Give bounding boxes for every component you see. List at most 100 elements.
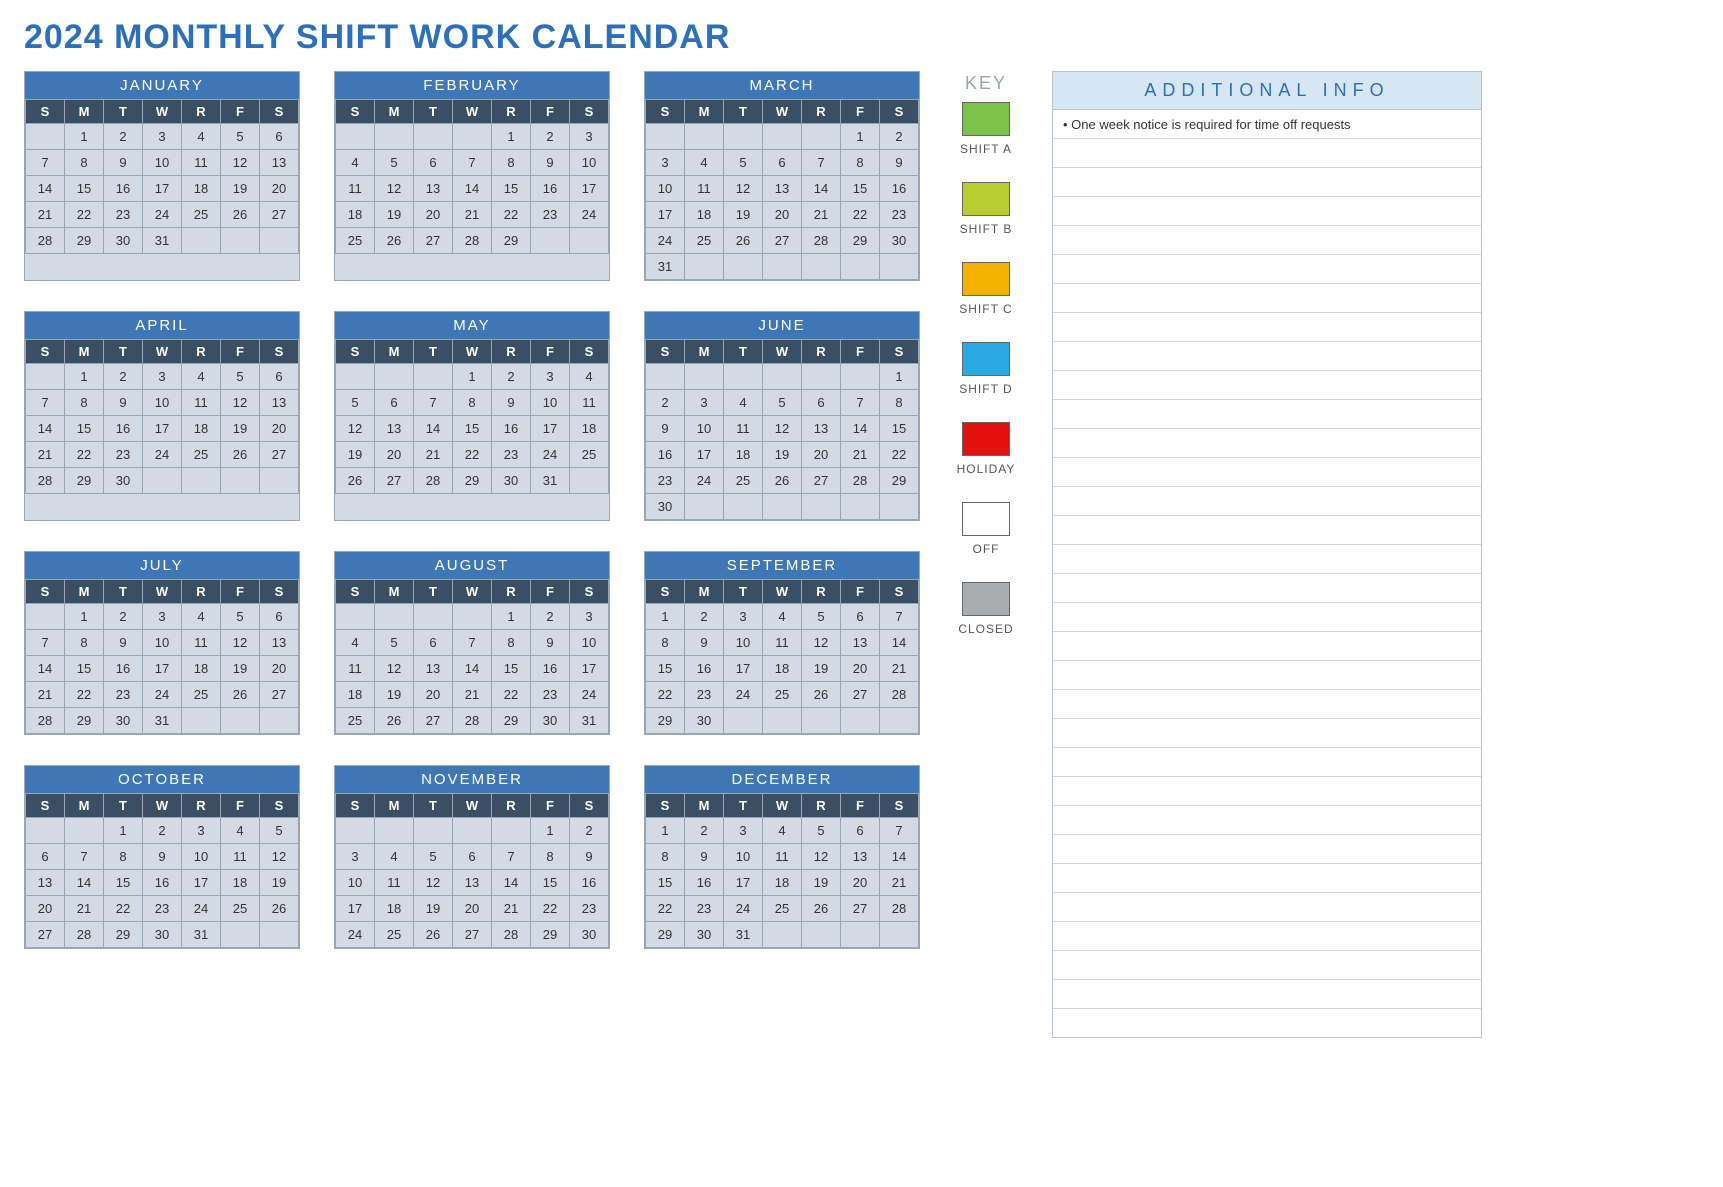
day-cell[interactable]: 8 <box>65 390 104 416</box>
day-cell[interactable]: 28 <box>414 468 453 494</box>
day-cell[interactable]: 17 <box>724 656 763 682</box>
day-cell[interactable]: 8 <box>492 150 531 176</box>
day-cell[interactable]: 24 <box>143 682 182 708</box>
day-cell[interactable] <box>841 364 880 390</box>
day-cell[interactable]: 24 <box>531 442 570 468</box>
day-cell[interactable]: 11 <box>182 150 221 176</box>
day-cell[interactable]: 14 <box>492 870 531 896</box>
info-row[interactable]: • One week notice is required for time o… <box>1053 109 1481 138</box>
day-cell[interactable] <box>26 364 65 390</box>
day-cell[interactable] <box>802 708 841 734</box>
day-cell[interactable]: 13 <box>260 630 299 656</box>
day-cell[interactable]: 17 <box>143 656 182 682</box>
day-cell[interactable]: 23 <box>531 682 570 708</box>
day-cell[interactable]: 1 <box>880 364 919 390</box>
day-cell[interactable]: 14 <box>841 416 880 442</box>
day-cell[interactable] <box>763 494 802 520</box>
info-row[interactable] <box>1053 1008 1481 1037</box>
day-cell[interactable] <box>724 364 763 390</box>
day-cell[interactable]: 8 <box>65 150 104 176</box>
day-cell[interactable]: 1 <box>65 124 104 150</box>
day-cell[interactable]: 21 <box>26 442 65 468</box>
day-cell[interactable]: 25 <box>685 228 724 254</box>
day-cell[interactable]: 28 <box>492 922 531 948</box>
day-cell[interactable]: 4 <box>763 604 802 630</box>
day-cell[interactable]: 14 <box>802 176 841 202</box>
day-cell[interactable]: 29 <box>841 228 880 254</box>
day-cell[interactable]: 22 <box>65 202 104 228</box>
day-cell[interactable]: 6 <box>453 844 492 870</box>
day-cell[interactable]: 15 <box>104 870 143 896</box>
day-cell[interactable]: 18 <box>182 176 221 202</box>
day-cell[interactable] <box>260 922 299 948</box>
day-cell[interactable]: 25 <box>763 896 802 922</box>
day-cell[interactable] <box>841 922 880 948</box>
day-cell[interactable]: 21 <box>453 682 492 708</box>
day-cell[interactable]: 1 <box>841 124 880 150</box>
day-cell[interactable]: 5 <box>802 818 841 844</box>
day-cell[interactable] <box>375 364 414 390</box>
day-cell[interactable]: 18 <box>182 416 221 442</box>
day-cell[interactable] <box>724 708 763 734</box>
day-cell[interactable]: 13 <box>260 390 299 416</box>
day-cell[interactable]: 17 <box>570 176 609 202</box>
day-cell[interactable]: 1 <box>646 604 685 630</box>
day-cell[interactable]: 13 <box>260 150 299 176</box>
day-cell[interactable]: 29 <box>531 922 570 948</box>
day-cell[interactable]: 5 <box>221 124 260 150</box>
day-cell[interactable] <box>492 818 531 844</box>
day-cell[interactable]: 29 <box>646 708 685 734</box>
day-cell[interactable]: 23 <box>104 442 143 468</box>
day-cell[interactable]: 2 <box>646 390 685 416</box>
day-cell[interactable] <box>841 494 880 520</box>
day-cell[interactable]: 24 <box>646 228 685 254</box>
day-cell[interactable]: 4 <box>221 818 260 844</box>
day-cell[interactable]: 22 <box>65 442 104 468</box>
day-cell[interactable]: 1 <box>104 818 143 844</box>
day-cell[interactable] <box>724 254 763 280</box>
day-cell[interactable]: 7 <box>880 818 919 844</box>
day-cell[interactable]: 2 <box>143 818 182 844</box>
info-row[interactable] <box>1053 428 1481 457</box>
day-cell[interactable]: 8 <box>841 150 880 176</box>
day-cell[interactable]: 13 <box>375 416 414 442</box>
day-cell[interactable]: 22 <box>646 896 685 922</box>
day-cell[interactable]: 16 <box>685 656 724 682</box>
day-cell[interactable]: 4 <box>182 124 221 150</box>
day-cell[interactable]: 10 <box>143 150 182 176</box>
day-cell[interactable]: 1 <box>492 604 531 630</box>
day-cell[interactable]: 26 <box>763 468 802 494</box>
day-cell[interactable]: 7 <box>492 844 531 870</box>
day-cell[interactable]: 26 <box>221 202 260 228</box>
day-cell[interactable]: 20 <box>841 870 880 896</box>
day-cell[interactable]: 19 <box>375 202 414 228</box>
day-cell[interactable]: 7 <box>26 390 65 416</box>
day-cell[interactable]: 9 <box>531 150 570 176</box>
day-cell[interactable]: 28 <box>841 468 880 494</box>
day-cell[interactable]: 7 <box>65 844 104 870</box>
day-cell[interactable]: 13 <box>763 176 802 202</box>
day-cell[interactable]: 23 <box>531 202 570 228</box>
day-cell[interactable]: 8 <box>492 630 531 656</box>
day-cell[interactable] <box>880 708 919 734</box>
day-cell[interactable]: 18 <box>763 656 802 682</box>
day-cell[interactable]: 28 <box>880 896 919 922</box>
day-cell[interactable]: 10 <box>724 844 763 870</box>
day-cell[interactable]: 31 <box>182 922 221 948</box>
day-cell[interactable]: 28 <box>26 228 65 254</box>
day-cell[interactable]: 20 <box>414 202 453 228</box>
day-cell[interactable]: 16 <box>880 176 919 202</box>
day-cell[interactable]: 12 <box>260 844 299 870</box>
day-cell[interactable]: 16 <box>531 656 570 682</box>
day-cell[interactable]: 19 <box>375 682 414 708</box>
day-cell[interactable]: 13 <box>802 416 841 442</box>
day-cell[interactable] <box>221 468 260 494</box>
day-cell[interactable]: 26 <box>802 896 841 922</box>
day-cell[interactable]: 16 <box>646 442 685 468</box>
day-cell[interactable] <box>531 228 570 254</box>
day-cell[interactable]: 18 <box>685 202 724 228</box>
day-cell[interactable]: 12 <box>802 844 841 870</box>
info-row[interactable] <box>1053 660 1481 689</box>
day-cell[interactable]: 21 <box>841 442 880 468</box>
day-cell[interactable]: 22 <box>880 442 919 468</box>
